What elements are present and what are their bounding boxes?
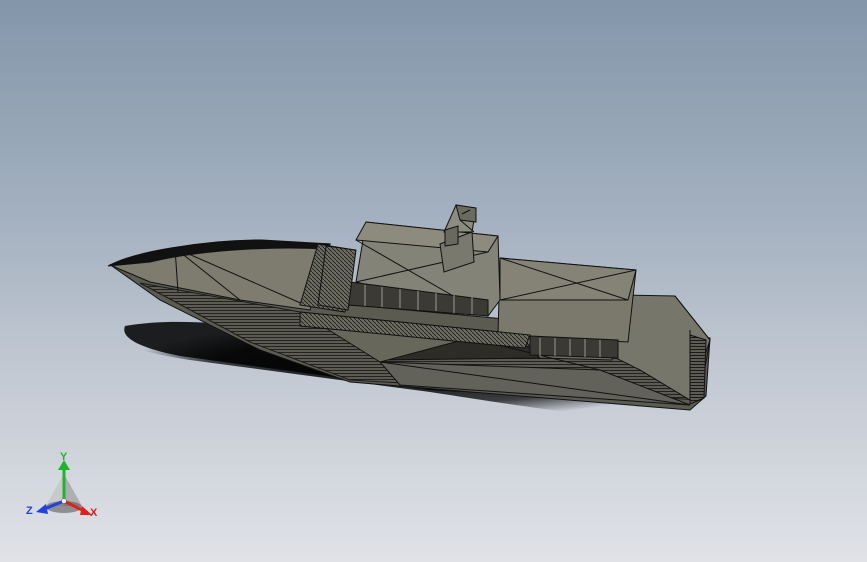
y-axis-label: Y (60, 451, 68, 463)
graphics-viewport[interactable] (0, 0, 867, 562)
z-axis-label: Z (26, 505, 33, 517)
x-axis-label: X (90, 507, 98, 519)
view-orientation-triad[interactable]: Y X Z (24, 446, 104, 526)
yacht-model[interactable] (0, 0, 867, 562)
